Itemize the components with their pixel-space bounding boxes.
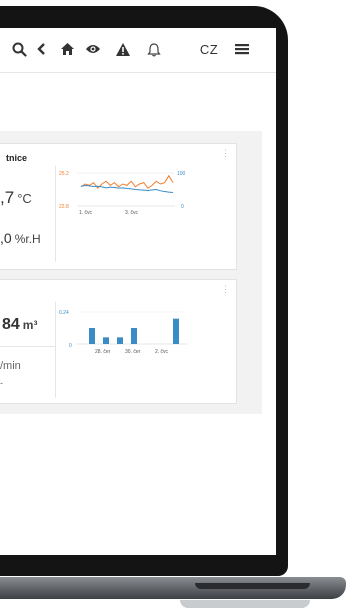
flow-number: 84 xyxy=(2,316,20,333)
card-menu-icon[interactable]: ⋮ xyxy=(221,285,230,294)
humidity-value: ,0 %r.H xyxy=(0,230,41,246)
laptop-screen: CZ tnice ⋮ ,7 °C ,0 %r.H 25.2 22.8 100 0… xyxy=(0,28,276,555)
search-icon[interactable] xyxy=(10,38,28,60)
y-right-tick-bottom: 0 xyxy=(181,204,184,210)
laptop-base-notch xyxy=(195,583,310,589)
flow-value: 84 m³ xyxy=(2,316,37,334)
laptop-base-foot xyxy=(180,600,310,608)
home-icon[interactable] xyxy=(58,38,76,60)
bar-series-group xyxy=(89,318,179,344)
x-tick-label: 1. čvc xyxy=(79,210,93,216)
temperature-unit: °C xyxy=(17,191,32,206)
y-tick-label: 0.24 xyxy=(59,310,69,316)
y-left-tick-bottom: 22.8 xyxy=(59,204,69,210)
line-series-2 xyxy=(80,185,174,193)
y-left-tick-top: 25.2 xyxy=(59,171,69,177)
card-title: tnice xyxy=(6,153,28,163)
flow-rate-unit: /min xyxy=(0,360,21,372)
eye-icon[interactable] xyxy=(84,38,102,60)
hamburger-menu-icon[interactable] xyxy=(234,38,250,60)
card-divider xyxy=(55,302,56,398)
flow-tertiary-value: - xyxy=(0,378,3,388)
x-tick-label: 2. čvc xyxy=(155,349,169,355)
bar xyxy=(117,337,123,344)
warning-icon[interactable] xyxy=(114,38,132,60)
chevron-left-icon[interactable] xyxy=(34,38,48,60)
line-series-group xyxy=(80,174,174,193)
value-separator xyxy=(0,346,55,347)
dashboard-content: tnice ⋮ ,7 °C ,0 %r.H 25.2 22.8 100 0 1.… xyxy=(0,73,276,555)
laptop-mockup: CZ tnice ⋮ ,7 °C ,0 %r.H 25.2 22.8 100 0… xyxy=(0,0,350,612)
top-toolbar: CZ xyxy=(0,28,276,73)
temperature-humidity-chart: 25.2 22.8 100 0 1. čvc 3. čvc xyxy=(59,171,186,216)
laptop-bezel: CZ tnice ⋮ ,7 °C ,0 %r.H 25.2 22.8 100 0… xyxy=(0,6,288,576)
y-tick-label: 0 xyxy=(69,343,72,349)
humidity-number: ,0 xyxy=(0,230,12,246)
sensor-card-temperature: tnice ⋮ ,7 °C ,0 %r.H 25.2 22.8 100 0 1.… xyxy=(0,143,237,270)
humidity-unit: %r.H xyxy=(14,232,41,246)
bar xyxy=(103,337,109,344)
x-tick-label: 30. čer xyxy=(125,349,141,355)
flow-unit: m³ xyxy=(22,318,38,332)
flow-bar-chart: 0.24 0 28. čer 30. čer 2. čvc xyxy=(59,310,187,355)
card-divider xyxy=(55,166,56,262)
temperature-value: ,7 °C xyxy=(0,188,32,208)
temperature-number: ,7 xyxy=(0,188,15,207)
x-tick-label: 3. čvc xyxy=(125,210,139,216)
x-tick-label: 28. čer xyxy=(95,349,111,355)
bar xyxy=(173,318,179,344)
bar xyxy=(89,328,95,344)
card-menu-icon[interactable]: ⋮ xyxy=(221,149,230,158)
bell-icon[interactable] xyxy=(145,38,163,60)
bar xyxy=(131,328,137,344)
sensor-card-flow: ⋮ 84 m³ /min - 0.24 0 28. čer 30. čer 2.… xyxy=(0,279,237,404)
y-right-tick-top: 100 xyxy=(177,171,186,177)
language-selector[interactable]: CZ xyxy=(198,38,220,60)
